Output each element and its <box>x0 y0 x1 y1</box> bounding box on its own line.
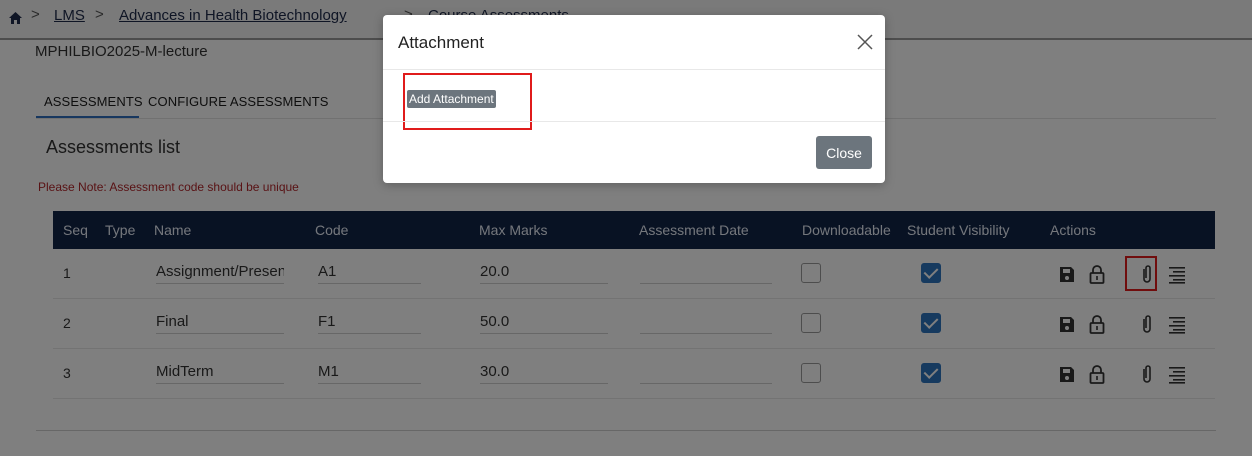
modal-title: Attachment <box>398 33 484 52</box>
close-button[interactable]: Close <box>816 136 872 169</box>
attachment-modal: Attachment Add Attachment Close <box>383 15 885 183</box>
modal-header-divider <box>383 69 885 70</box>
close-icon[interactable] <box>857 34 873 50</box>
modal-footer-divider <box>383 121 885 122</box>
